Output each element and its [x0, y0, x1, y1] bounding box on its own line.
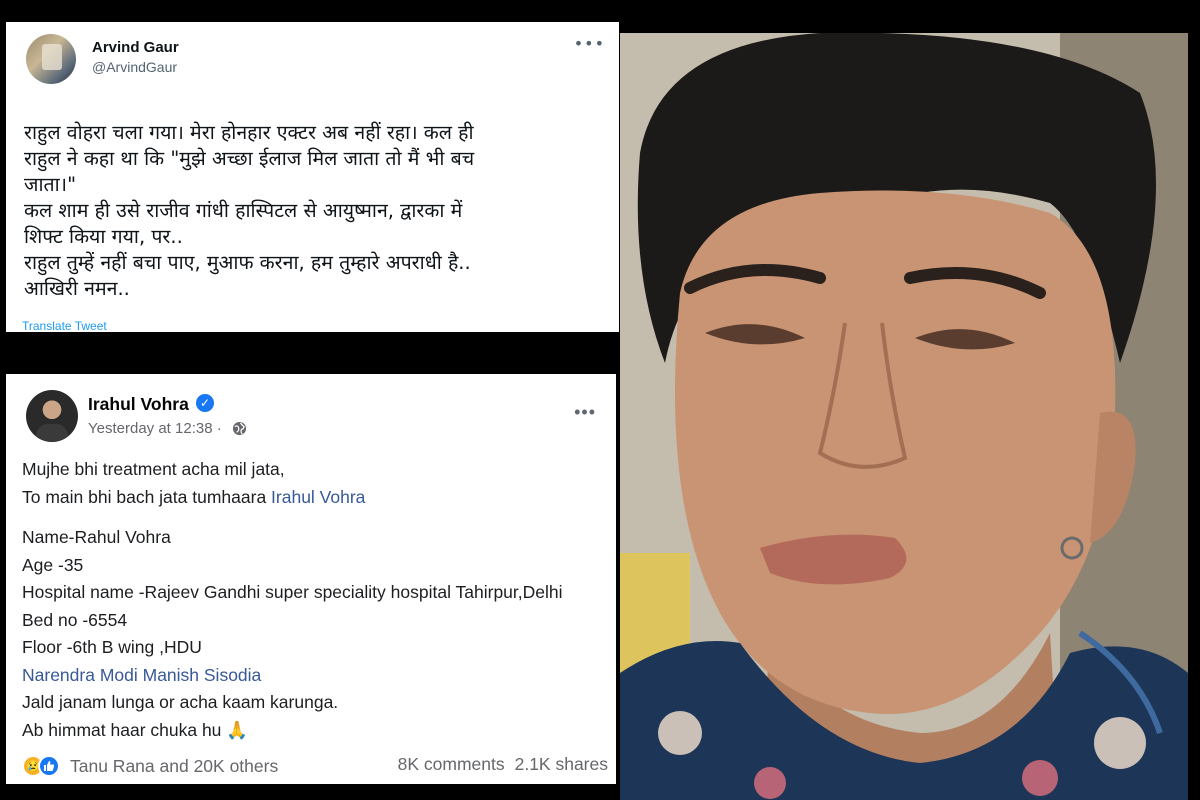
tweet-line: शिफ्ट किया गया, पर.. [24, 225, 183, 248]
fb-line: Jald janam lunga or acha kaam karunga. [22, 692, 339, 712]
tweet-author-name[interactable]: Arvind Gaur [92, 39, 179, 56]
fb-line: Name-Rahul Vohra [22, 527, 171, 547]
facebook-post-card: Irahul Vohra ✓ Yesterday at 12:38 · ••• … [6, 374, 616, 784]
fb-author-avatar[interactable] [26, 390, 78, 442]
tweet-line: राहुल ने कहा था कि "मुझे अच्छा ईलाज मिल … [24, 147, 475, 170]
tweet-line: राहुल वोहरा चला गया। मेरा होनहार एक्टर अ… [24, 121, 474, 144]
fb-timestamp[interactable]: Yesterday at 12:38 · [88, 420, 222, 437]
globe-icon [232, 421, 247, 436]
fb-line: Floor -6th B wing ,HDU [22, 637, 202, 657]
tweet-author-avatar[interactable] [26, 34, 76, 84]
comments-count[interactable]: 8K comments [398, 754, 505, 775]
shares-count[interactable]: 2.1K shares [515, 754, 608, 775]
fb-line: Ab himmat haar chuka hu 🙏 [22, 719, 249, 740]
fb-tags-link[interactable]: Narendra Modi Manish Sisodia [22, 662, 612, 690]
tweet-line: कल शाम ही उसे राजीव गांधी हास्पिटल से आय… [24, 199, 463, 222]
tweet-line: राहुल तुम्हें नहीं बचा पाए, मुआफ करना, ह… [24, 251, 471, 274]
portrait-photo [620, 33, 1188, 800]
fb-author-tag-link[interactable]: Irahul Vohra [271, 487, 365, 507]
tweet-line: जाता।" [24, 173, 77, 196]
more-horizontal-icon[interactable]: ••• [574, 34, 605, 53]
tweet-line: आखिरी नमन.. [24, 277, 130, 300]
like-reaction-icon [38, 755, 60, 777]
fb-line-text: To main bhi bach jata tumhaara [22, 486, 272, 507]
fb-post-message: Mujhe bhi treatment acha mil jata, To ma… [22, 456, 612, 744]
translate-tweet-link[interactable]: Translate Tweet [22, 319, 107, 332]
fb-author-name[interactable]: Irahul Vohra [88, 394, 189, 415]
verified-badge-icon: ✓ [196, 394, 214, 412]
reactions-summary[interactable]: 😢 Tanu Rana and 20K others [22, 754, 278, 778]
post-stats: 8K comments 2.1K shares [398, 754, 608, 775]
tweet-body: राहुल वोहरा चला गया। मेरा होनहार एक्टर अ… [24, 120, 616, 302]
tweet-card: Arvind Gaur @ArvindGaur ••• राहुल वोहरा … [6, 22, 619, 332]
more-horizontal-icon[interactable]: ••• [574, 402, 596, 423]
fb-line: Hospital name -Rajeev Gandhi super speci… [22, 582, 563, 602]
portrait-illustration [620, 33, 1188, 800]
fb-line: Bed no -6554 [22, 609, 128, 630]
fb-line: Mujhe bhi treatment acha mil jata, [22, 459, 285, 479]
fb-line: Age -35 [22, 554, 84, 575]
likers-text[interactable]: Tanu Rana and 20K others [70, 756, 278, 777]
tweet-author-handle[interactable]: @ArvindGaur [92, 59, 177, 75]
fb-line: To main bhi bach jata tumhaara Irahul Vo… [22, 484, 612, 512]
